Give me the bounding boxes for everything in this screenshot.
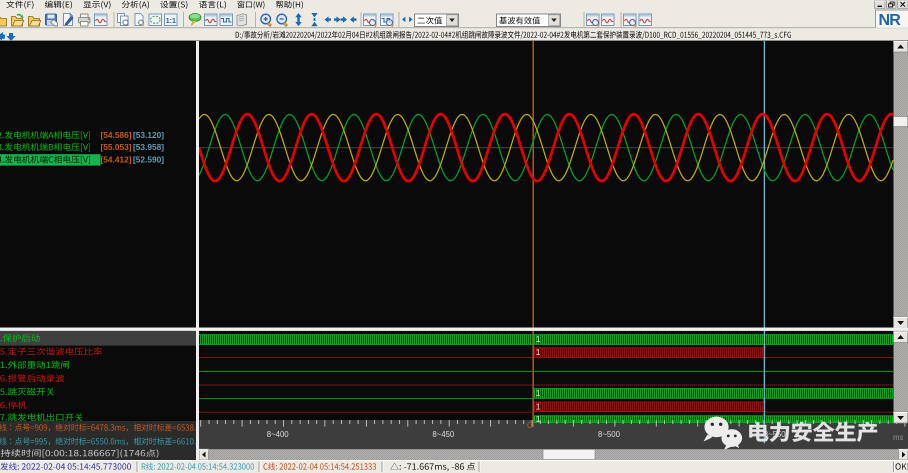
svg-text:8~450: 8~450 [432,430,455,439]
svg-text:8~400: 8~400 [267,430,290,439]
svg-text:[53.120]: [53.120] [133,131,164,140]
svg-text:[54.586]: [54.586] [101,131,132,140]
svg-text:8~500: 8~500 [598,430,621,439]
svg-text:NR: NR [879,12,902,29]
svg-text:1:1: 1:1 [166,18,176,25]
svg-text:ms: ms [893,433,903,442]
svg-text:[52.590]: [52.590] [133,156,164,165]
svg-text:1: 1 [536,347,541,357]
svg-text:[55.053]: [55.053] [101,143,132,152]
svg-text:C: C [527,421,533,430]
svg-text:1: 1 [536,334,541,344]
svg-text:1: 1 [536,388,541,398]
svg-text:[53.958]: [53.958] [133,143,164,152]
svg-text:[54.412]: [54.412] [101,156,132,165]
svg-text:1: 1 [536,401,541,411]
